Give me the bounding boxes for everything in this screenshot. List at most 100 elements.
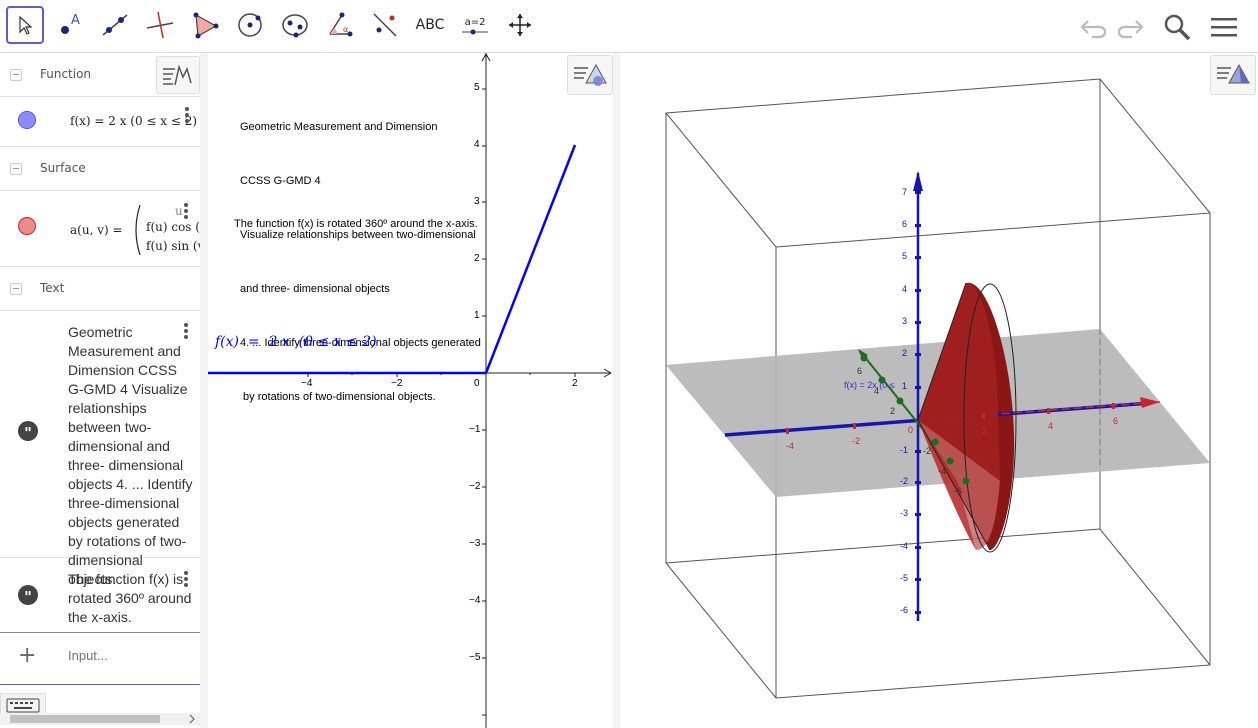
move-arrows-icon [509, 14, 531, 36]
undo-button[interactable] [1076, 10, 1110, 44]
line-tool[interactable] [96, 6, 134, 44]
function-label[interactable]: f(x) = 2 x (0 ≤ x ≤ 2) [215, 334, 377, 350]
text-tool-label: ABC [415, 17, 445, 33]
input-row[interactable]: + [0, 633, 200, 685]
function-formula: f(x) = 2 x (0 ≤ x ≤ 2) [70, 114, 198, 128]
text-row-2-more-icon[interactable] [184, 571, 188, 587]
point-tool[interactable]: A [51, 6, 89, 44]
scrollbar-thumb[interactable] [10, 715, 160, 723]
style-bar-icon [1217, 63, 1250, 84]
text-row-1[interactable]: " Geometric Measurement and Dimension CC… [0, 311, 200, 587]
graphics-view-3d[interactable]: 7 6 5 4 3 2 1 -1 -2 -3 -4 -5 -6 -4 -2 0 … [620, 53, 1258, 728]
z-tick: -3 [900, 508, 909, 518]
add-icon: + [18, 643, 37, 668]
x-tick: 2 [572, 378, 578, 389]
horizontal-scrollbar[interactable] [0, 713, 200, 725]
graphics-3d-canvas [665, 78, 1211, 699]
surface-visibility-toggle[interactable] [18, 217, 36, 235]
slider-tool[interactable]: a=2 [456, 6, 494, 44]
x-tick-3d: -4 [786, 441, 795, 451]
algebra-style-button[interactable] [156, 56, 200, 94]
graphics-view-2d[interactable]: −4 −2 0 2 5 4 3 2 1 −1 −2 −3 −4 −5 Geome… [208, 53, 613, 728]
text-line: CCSS G-GMD 4 [240, 175, 321, 187]
z-tick: -6 [900, 605, 909, 615]
function-label-3d[interactable]: f(x) = 2x (0 ≤ [844, 380, 895, 390]
search-button[interactable] [1160, 10, 1194, 44]
text-row-2-content: The function f(x) is rotated 360º around… [68, 571, 192, 625]
algebra-view: Function f(x) = 2 x (0 ≤ x ≤ 2) Surface … [0, 53, 201, 728]
quote-icon: " [18, 585, 38, 606]
collapse-icon[interactable] [10, 69, 22, 81]
angle-icon: α [329, 12, 353, 37]
y-tick-3d: -6 [954, 486, 963, 496]
perpendicular-line-tool[interactable] [141, 6, 179, 44]
reflect-icon [373, 13, 397, 37]
svg-text:A: A [71, 13, 80, 28]
z-tick: 1 [902, 381, 908, 391]
surface-corner: u [175, 204, 183, 218]
z-tick: -2 [900, 476, 909, 486]
graphics-text-block[interactable]: Geometric Measurement and Dimension CCSS… [240, 82, 481, 442]
surface-line-1: f(u) cos ( [146, 220, 200, 234]
section-surface[interactable]: Surface [0, 147, 200, 191]
z-tick: 4 [902, 284, 908, 294]
text-line: Geometric Measurement and Dimension [240, 121, 438, 133]
slider-icon [462, 29, 488, 34]
ellipse-tool[interactable] [276, 6, 314, 44]
menu-button[interactable] [1207, 10, 1241, 44]
graphics-style-button[interactable] [567, 55, 613, 95]
text-row-1-content: Geometric Measurement and Dimension CCSS… [68, 324, 193, 587]
graphics-3d-style-button[interactable] [1210, 55, 1256, 95]
svg-text:α: α [343, 25, 348, 34]
function-row[interactable]: f(x) = 2 x (0 ≤ x ≤ 2) [0, 97, 200, 147]
x-tick-3d: 6 [1113, 416, 1119, 426]
y-tick: −2 [469, 481, 481, 492]
surface-row[interactable]: a(u, v) = f(u) cos ( f(u) sin (v u [0, 191, 200, 267]
z-tick: 7 [902, 187, 908, 197]
z-tick: 2 [902, 348, 908, 358]
z-tick: -5 [900, 573, 909, 583]
scroll-right-icon[interactable] [188, 714, 196, 724]
left-paren-icon [135, 204, 141, 256]
style-bar-icon [574, 63, 607, 86]
redo-button[interactable] [1114, 10, 1148, 44]
x-tick-3d: 4 [1048, 421, 1054, 431]
z-tick: -1 [900, 445, 909, 455]
section-function-title: Function [40, 67, 92, 81]
move-tool[interactable] [6, 6, 44, 44]
move-graphics-view-tool[interactable] [501, 6, 539, 44]
rotation-text[interactable]: The function f(x) is rotated 360º around… [234, 218, 478, 230]
redo-icon [1117, 20, 1144, 39]
text-line: by rotations of two-dimensional objects. [240, 391, 436, 403]
y-tick: −3 [469, 538, 481, 549]
text-row-1-more-icon[interactable] [184, 323, 188, 339]
function-graph-line[interactable] [484, 144, 577, 374]
angle-tool[interactable]: α [321, 6, 359, 44]
section-text[interactable]: Text [0, 267, 200, 311]
y-tick: −4 [469, 595, 481, 606]
polygon-tool[interactable] [186, 6, 224, 44]
section-function[interactable]: Function [0, 53, 200, 97]
splitter-left[interactable] [200, 53, 208, 728]
y-tick-3d: -2 [923, 446, 932, 456]
function-more-icon[interactable] [185, 107, 189, 123]
reflect-tool[interactable] [366, 6, 404, 44]
slider-tool-label: a=2 [464, 16, 486, 28]
input-bar[interactable] [66, 647, 190, 664]
z-tick: -4 [900, 541, 909, 551]
y-tick-3d: -4 [938, 466, 947, 476]
circle-tool[interactable] [231, 6, 269, 44]
undo-icon [1080, 20, 1107, 39]
text-tool[interactable]: ABC [411, 6, 449, 44]
algebra-sort-icon [163, 64, 192, 86]
surface-more-icon[interactable] [184, 203, 188, 219]
function-visibility-toggle[interactable] [18, 111, 36, 129]
text-row-2[interactable]: " The function f(x) is rotated 360º arou… [0, 558, 200, 633]
collapse-icon[interactable] [10, 163, 22, 175]
x-tick-3d: 0 [908, 425, 914, 435]
line-icon [102, 14, 128, 36]
section-surface-title: Surface [40, 161, 86, 175]
surface-line-2: f(u) sin (v [146, 239, 201, 253]
collapse-icon[interactable] [10, 283, 22, 295]
z-tick: 6 [902, 219, 908, 229]
